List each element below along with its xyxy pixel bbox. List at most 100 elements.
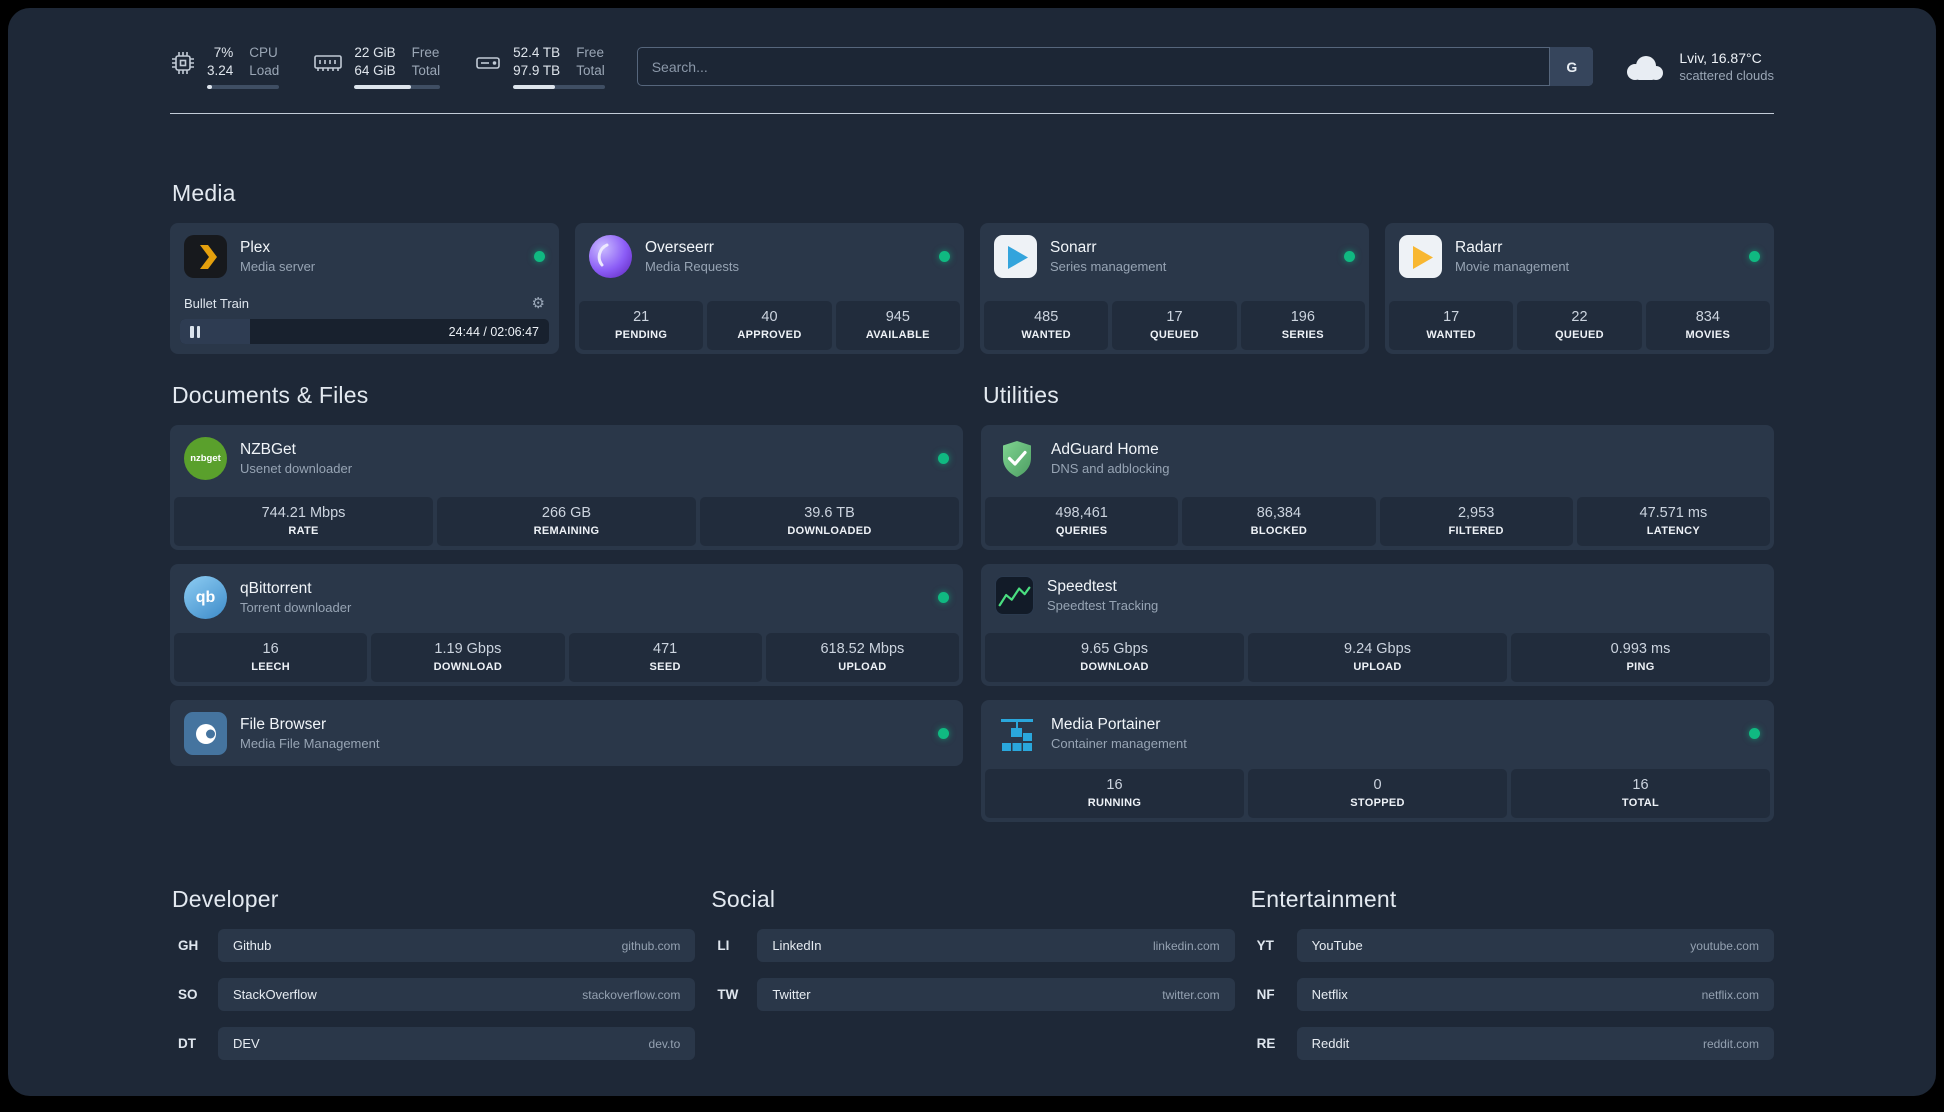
service-card-filebrowser[interactable]: File Browser Media File Management — [170, 700, 963, 766]
bookmark-reddit: RE Reddit reddit.com — [1249, 1027, 1774, 1060]
cpu-label: CPU — [249, 45, 278, 60]
radarr-icon — [1399, 235, 1442, 278]
cpu-percent: 7% — [213, 45, 234, 60]
service-desc: Usenet downloader — [240, 461, 353, 476]
stat-download: 9.65 Gbps DOWNLOAD — [985, 633, 1244, 682]
stat-wanted: 485 WANTED — [984, 301, 1109, 350]
bookmark-link[interactable]: DEV dev.to — [218, 1027, 696, 1060]
qbittorrent-icon: qb — [184, 576, 227, 619]
disk-widget: 52.4 TB Free 97.9 TB Total — [474, 44, 605, 89]
overseerr-icon — [589, 235, 632, 278]
bookmark-dev: DT DEV dev.to — [170, 1027, 696, 1060]
service-name: Radarr — [1455, 239, 1503, 256]
system-widgets: 7% CPU 3.24 Load 22 GiB Free 64 GiB Tota… — [170, 44, 605, 89]
service-card-adguard[interactable]: AdGuard Home DNS and adblocking 498,461 … — [981, 425, 1774, 550]
service-desc: Media Requests — [645, 259, 739, 274]
bookmark-abbr: LI — [717, 938, 730, 953]
cpu-load-label: Load — [249, 63, 280, 78]
bookmark-link[interactable]: StackOverflow stackoverflow.com — [218, 978, 696, 1011]
section-media: Media Plex Media server Bullet Train ⚙ 2… — [170, 180, 1774, 354]
service-name: File Browser — [240, 716, 327, 733]
plex-icon — [184, 235, 227, 278]
stat-download: 1.19 Gbps DOWNLOAD — [371, 633, 565, 682]
stat-queued: 17 QUEUED — [1112, 301, 1237, 350]
memory-free-value: 22 GiB — [354, 45, 396, 60]
bookmark-abbr: RE — [1256, 1036, 1276, 1051]
gear-icon[interactable]: ⚙ — [532, 294, 545, 312]
stat-available: 945 AVAILABLE — [835, 301, 960, 350]
bookmark-link[interactable]: YouTube youtube.com — [1296, 929, 1774, 962]
memory-total-value: 64 GiB — [354, 63, 396, 78]
weather-condition: scattered clouds — [1679, 68, 1774, 83]
service-card-plex[interactable]: Plex Media server Bullet Train ⚙ 24:44 /… — [170, 223, 559, 354]
service-name: Speedtest — [1047, 578, 1117, 595]
bookmark-link[interactable]: LinkedIn linkedin.com — [757, 929, 1235, 962]
status-dot — [938, 592, 949, 603]
stat-seed: 471 SEED — [568, 633, 762, 682]
bookmark-link[interactable]: Reddit reddit.com — [1296, 1027, 1774, 1060]
stat-rate: 744.21 Mbps RATE — [174, 497, 433, 546]
player-progress-bar[interactable]: 24:44 / 02:06:47 — [180, 319, 549, 344]
service-desc: Container management — [1051, 736, 1187, 751]
pause-button[interactable] — [190, 325, 200, 338]
service-card-nzbget[interactable]: nzbget NZBGet Usenet downloader 744.21 M… — [170, 425, 963, 550]
top-bar: 7% CPU 3.24 Load 22 GiB Free 64 GiB Tota… — [170, 8, 1774, 89]
bookmark-link[interactable]: Github github.com — [218, 929, 696, 962]
memory-progress-bar — [354, 85, 441, 89]
memory-widget: 22 GiB Free 64 GiB Total — [313, 44, 441, 89]
service-desc: Torrent downloader — [240, 600, 352, 615]
service-card-portainer[interactable]: Media Portainer Container management 16 … — [981, 700, 1774, 822]
section-documents: Documents & Files nzbget NZBGet Usenet d… — [170, 382, 963, 822]
bookmark-group-entertainment: Entertainment YT YouTube youtube.com NF … — [1249, 886, 1774, 1060]
player-time: 24:44 / 02:06:47 — [448, 324, 539, 339]
service-card-sonarr[interactable]: Sonarr Series management 485 WANTED 17 Q… — [980, 223, 1369, 354]
sonarr-icon — [994, 235, 1037, 278]
stat-filtered: 2,953 FILTERED — [1379, 497, 1573, 546]
search-provider-button[interactable]: G — [1549, 47, 1594, 86]
search-bar: G — [636, 47, 1594, 86]
stat-pending: 21 PENDING — [579, 301, 704, 350]
stat-approved: 40 APPROVED — [707, 301, 832, 350]
service-desc: Speedtest Tracking — [1047, 598, 1159, 613]
service-name: Sonarr — [1050, 239, 1097, 256]
stat-wanted: 17 WANTED — [1389, 301, 1514, 350]
bookmark-link[interactable]: Twitter twitter.com — [757, 978, 1235, 1011]
service-card-qbittorrent[interactable]: qb qBittorrent Torrent downloader 16 LEE… — [170, 564, 963, 686]
disk-total-value: 97.9 TB — [513, 63, 561, 78]
cpu-widget: 7% CPU 3.24 Load — [170, 44, 280, 89]
bookmark-abbr: SO — [178, 987, 198, 1002]
stat-queued: 22 QUEUED — [1517, 301, 1642, 350]
stat-remaining: 266 GB REMAINING — [437, 497, 696, 546]
status-dot — [1749, 251, 1760, 262]
service-card-radarr[interactable]: Radarr Movie management 17 WANTED 22 QUE… — [1385, 223, 1774, 354]
bookmark-stackoverflow: SO StackOverflow stackoverflow.com — [170, 978, 696, 1011]
bookmark-abbr: TW — [717, 987, 739, 1002]
bookmark-linkedin: LI LinkedIn linkedin.com — [709, 929, 1235, 962]
stat-upload: 618.52 Mbps UPLOAD — [765, 633, 959, 682]
stat-movies: 834 MOVIES — [1645, 301, 1770, 350]
status-dot — [1749, 728, 1760, 739]
section-title-utilities: Utilities — [983, 382, 1059, 408]
stat-upload: 9.24 Gbps UPLOAD — [1248, 633, 1507, 682]
section-title-media: Media — [172, 180, 236, 206]
status-dot — [1344, 251, 1355, 262]
topbar-divider — [170, 113, 1774, 114]
status-dot — [534, 251, 545, 262]
stat-running: 16 RUNNING — [985, 769, 1244, 818]
stat-total: 16 TOTAL — [1511, 769, 1770, 818]
service-desc: Media server — [240, 259, 316, 274]
bookmark-youtube: YT YouTube youtube.com — [1249, 929, 1774, 962]
bookmark-link[interactable]: Netflix netflix.com — [1296, 978, 1774, 1011]
weather-location: Lviv, 16.87°C — [1679, 50, 1762, 66]
stat-latency: 47.571 ms LATENCY — [1576, 497, 1770, 546]
service-card-overseerr[interactable]: Overseerr Media Requests 21 PENDING 40 A… — [575, 223, 964, 354]
bookmark-abbr: DT — [178, 1036, 196, 1051]
track-title: Bullet Train — [184, 295, 250, 311]
bookmark-abbr: NF — [1256, 987, 1275, 1002]
stat-stopped: 0 STOPPED — [1248, 769, 1507, 818]
service-name: qBittorrent — [240, 580, 312, 597]
search-input[interactable] — [636, 47, 1594, 86]
portainer-icon — [995, 712, 1038, 755]
status-dot — [938, 728, 949, 739]
service-card-speedtest[interactable]: Speedtest Speedtest Tracking 9.65 Gbps D… — [981, 564, 1774, 686]
